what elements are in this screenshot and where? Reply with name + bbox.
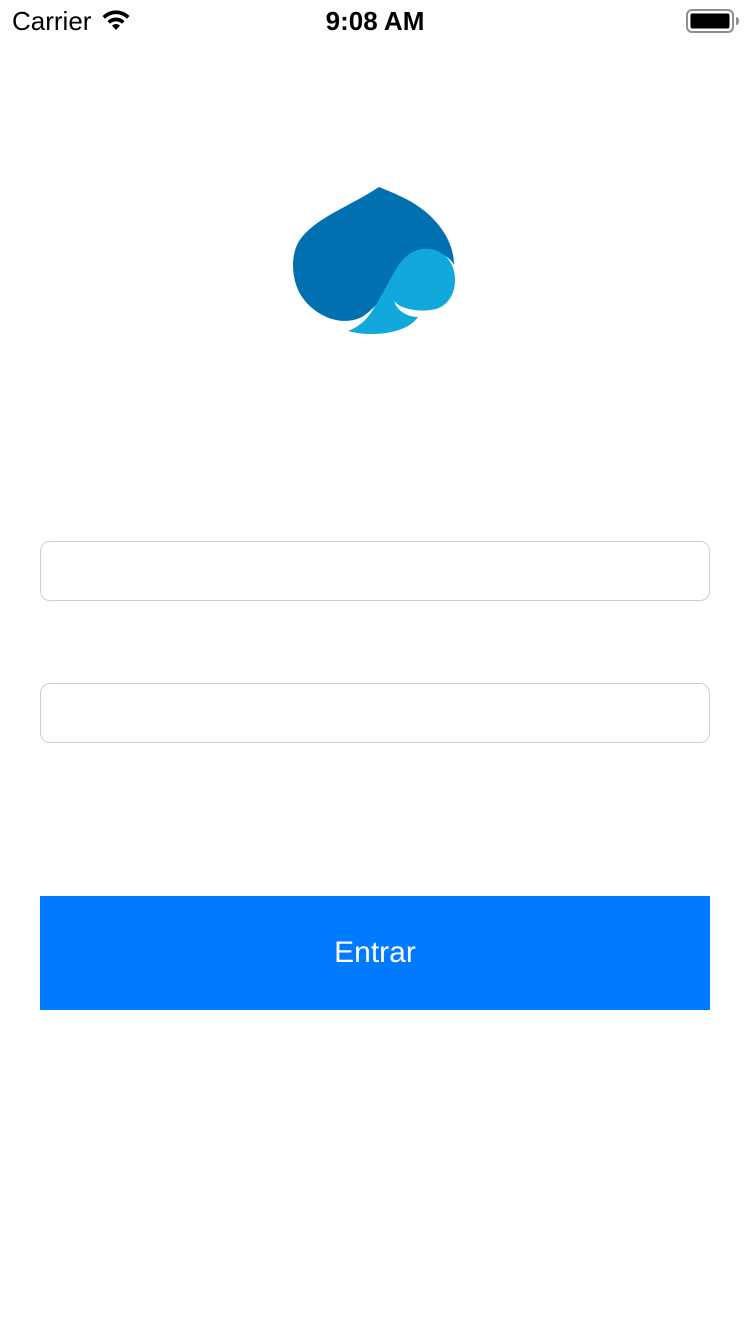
status-bar: Carrier 9:08 AM [0,0,750,40]
login-button[interactable]: Entrar [40,896,710,1010]
battery-icon [686,9,740,33]
status-time: 9:08 AM [325,6,425,36]
username-input[interactable] [40,541,710,601]
drop-logo-icon [292,185,456,337]
password-input[interactable] [40,683,710,743]
